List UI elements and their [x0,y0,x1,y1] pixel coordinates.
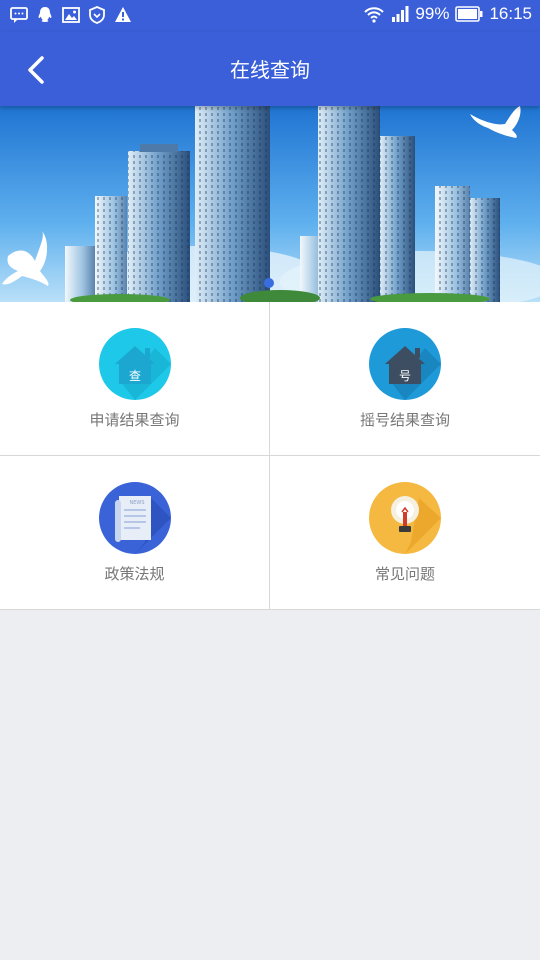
house-query-icon: 查 [98,328,171,400]
qq-icon [38,7,52,22]
clock: 16:15 [489,4,532,23]
query-menu-grid: 查 申请结果查询 号 摇号结果查询 NEWS 政策法规 常见问题 [0,302,540,610]
menu-item-label: 申请结果查询 [89,411,180,429]
news-text: NEWS [129,500,144,506]
menu-item-label: 常见问题 [374,565,435,583]
battery-percent: 99% [415,4,450,23]
page-title: 在线查询 [230,58,310,82]
signal-icon [392,6,409,22]
system-status: 99% 16:15 [363,4,532,24]
status-bar: 99% 16:15 [0,0,540,32]
house-badge-text: 查 [128,369,140,383]
message-icon [10,7,28,23]
notification-icons [10,6,132,24]
house-number-icon: 号 [369,328,441,400]
lightbulb-icon [369,482,441,554]
menu-item-faq[interactable]: 常见问题 [270,456,540,610]
wifi-icon [364,7,385,23]
shield-icon [89,6,105,24]
menu-item-lottery-result[interactable]: 号 摇号结果查询 [270,302,540,456]
warning-icon [115,7,131,22]
house-badge-text: 号 [399,369,411,383]
news-document-icon: NEWS [98,482,171,554]
menu-item-policy[interactable]: NEWS 政策法规 [0,456,270,610]
menu-item-label: 政策法规 [104,565,165,583]
battery-icon [455,6,483,22]
banner-carousel[interactable] [0,106,540,302]
menu-item-label: 摇号结果查询 [359,411,450,429]
app-bar: 在线查询 [0,32,540,106]
carousel-indicator-dot[interactable] [264,278,274,288]
city-skyline-image [0,106,540,302]
image-icon [62,7,80,23]
menu-item-application-result[interactable]: 查 申请结果查询 [0,302,270,456]
